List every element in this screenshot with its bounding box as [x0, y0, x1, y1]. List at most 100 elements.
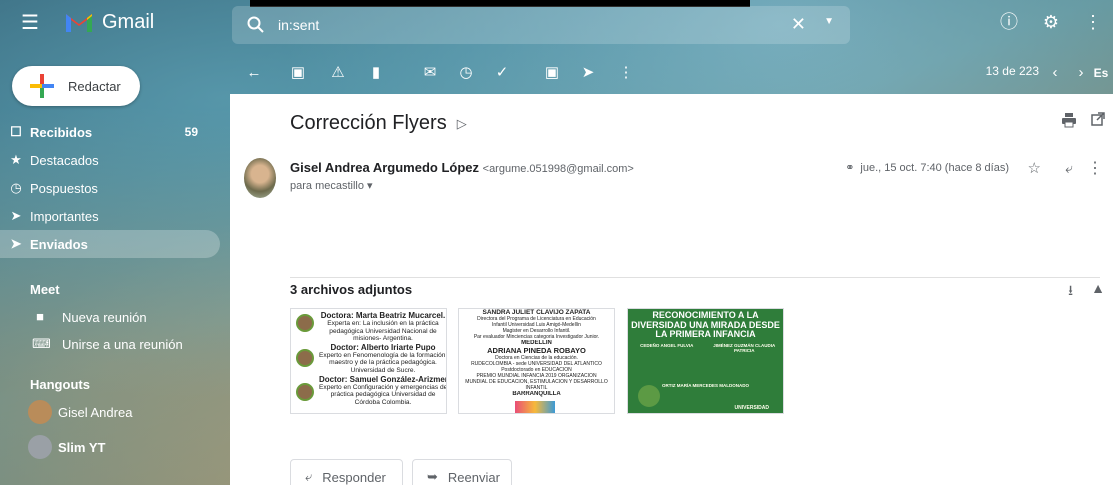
attachment-text: SANDRA JULIET CLAVIJO ZAPATA: [482, 309, 591, 316]
gmail-logo[interactable]: Gmail: [64, 10, 154, 34]
subject-text: Corrección Flyers: [290, 112, 447, 134]
top-bar: ☰ Gmail ✕ ▼ ⓘ ⚙ ⋮: [0, 0, 1113, 50]
decorative-graphic: [515, 401, 555, 413]
apps-icon[interactable]: ⋮: [1081, 10, 1105, 34]
recipient-line[interactable]: para mecastillo ▾: [290, 179, 373, 192]
search-bar[interactable]: ✕ ▼: [232, 6, 850, 44]
print-icon[interactable]: [1061, 112, 1077, 128]
search-icon[interactable]: [246, 15, 266, 35]
avatar: [28, 400, 52, 424]
reply-icon[interactable]: ⤶: [1065, 160, 1073, 177]
compose-label: Redactar: [68, 78, 121, 94]
previous-icon[interactable]: ‹: [1045, 63, 1065, 83]
star-icon: ★: [10, 152, 22, 167]
attachment-text: Córdoba Colombia.: [354, 398, 412, 406]
report-spam-icon[interactable]: ⚠: [328, 63, 348, 83]
delete-icon[interactable]: ▮: [366, 63, 386, 83]
inbox-icon: ☐: [10, 124, 22, 139]
email-date: ⚭ jue., 15 oct. 7:40 (hace 8 días): [845, 161, 1009, 175]
attachment-text: Doctor: Samuel González-Arizmendi: [319, 374, 447, 384]
send-icon: ➤: [10, 236, 22, 251]
gmail-m-icon: [64, 10, 94, 34]
star-icon[interactable]: ☆: [1028, 159, 1041, 177]
clock-icon: ◷: [10, 180, 22, 195]
sidebar-item-sent[interactable]: ➤ Enviados: [0, 230, 220, 258]
hangouts-title: Hangouts: [30, 377, 90, 392]
sidebar-item-inbox[interactable]: ☐ Recibidos 59: [0, 118, 228, 146]
download-all-icon[interactable]: ⭳: [1068, 280, 1073, 304]
meet-title: Meet: [30, 282, 60, 297]
compose-button[interactable]: Redactar: [12, 66, 140, 106]
input-language[interactable]: Es: [1091, 63, 1111, 83]
attachment-text: MEDELLÍN: [521, 340, 552, 346]
snooze-icon[interactable]: ◷: [456, 63, 476, 83]
keyboard-icon: ⌨: [32, 336, 51, 351]
drive-icon[interactable]: ▲: [1091, 280, 1105, 296]
decorative-graphic: [638, 385, 660, 407]
sidebar-item-label: Pospuestos: [30, 180, 98, 196]
menu-icon[interactable]: ☰: [18, 12, 42, 34]
close-icon[interactable]: ✕: [791, 14, 806, 35]
sidebar-item-label: Destacados: [30, 152, 99, 168]
sender-email: <argume.051998@gmail.com>: [482, 163, 634, 175]
move-to-icon[interactable]: ▣: [542, 63, 562, 83]
avatar: [296, 383, 314, 401]
label-tag-icon[interactable]: ▷: [457, 116, 467, 132]
recipient-text: para mecastillo: [290, 180, 364, 192]
reply-label: Responder: [322, 469, 386, 485]
add-task-icon[interactable]: ✓: [492, 63, 512, 83]
divider: [290, 277, 1100, 278]
sidebar-item-important[interactable]: ➤ Importantes: [0, 202, 228, 230]
attachment-thumbnail-2[interactable]: SANDRA JULIET CLAVIJO ZAPATA Directora d…: [458, 308, 615, 414]
chevron-down-icon[interactable]: ▾: [367, 180, 373, 192]
email-view: Corrección Flyers ▷ Gisel Andrea Argumed…: [230, 94, 1113, 485]
plus-icon: [26, 70, 58, 102]
sidebar-item-label: Recibidos: [30, 124, 93, 140]
help-icon[interactable]: ⓘ: [997, 10, 1021, 34]
pagination-count: 13 de 223: [985, 64, 1039, 78]
attachment-text: UNIVERSIDAD: [734, 405, 769, 411]
unread-count: 59: [184, 125, 198, 139]
main-panel: ← ▣ ⚠ ▮ ✉ ◷ ✓ ▣ ➤ ⋮ 13 de 223 ‹ › Es Cor…: [230, 52, 1113, 485]
attachment-text: Doctora: Marta Beatriz Mucarcel.: [320, 311, 446, 320]
more-options-icon[interactable]: ⋮: [1087, 158, 1103, 178]
attachment-thumbnail-1[interactable]: Doctora: Marta Beatriz Mucarcel. Experta…: [290, 308, 447, 414]
sender-avatar[interactable]: [244, 158, 276, 198]
search-input[interactable]: [278, 17, 778, 33]
attachment-thumbnail-3[interactable]: RECONOCIMIENTO A LA DIVERSIDAD UNA MIRAD…: [627, 308, 784, 414]
label-icon[interactable]: ➤: [578, 63, 598, 83]
attachment-text: Universidad de Sucre.: [350, 366, 416, 374]
attachment-text: práctica pedagógica Universidad de: [330, 391, 436, 399]
chevron-down-icon[interactable]: ▼: [824, 16, 834, 27]
more-options-icon[interactable]: ⋮: [616, 63, 636, 83]
attachment-text: CEDEÑO ANGEL FULVIA: [640, 342, 694, 348]
attachment-text: misiones- Argentina.: [353, 335, 413, 343]
sidebar-item-starred[interactable]: ★ Destacados: [0, 146, 228, 174]
hangout-user[interactable]: Slim YT: [28, 435, 105, 459]
meet-item-label: Unirse a una reunión: [62, 336, 183, 352]
hangout-user-name: Slim YT: [58, 439, 106, 455]
join-meeting-button[interactable]: ⌨ Unirse a una reunión: [0, 330, 183, 358]
attachment-text: maestro y de la práctica pedagógica.: [329, 359, 437, 367]
attachment-text: Experto en Fenomenología de la formación…: [319, 351, 447, 359]
reply-button[interactable]: ⤶ Responder: [290, 459, 403, 485]
attachment-text: RECONOCIMIENTO A LA DIVERSIDAD UNA MIRAD…: [631, 310, 780, 339]
new-meeting-button[interactable]: ■ Nueva reunión: [0, 303, 147, 331]
forward-button[interactable]: ➥ Reenviar: [412, 459, 512, 485]
message-toolbar: ← ▣ ⚠ ▮ ✉ ◷ ✓ ▣ ➤ ⋮ 13 de 223 ‹ › Es: [230, 52, 1113, 94]
attachment-text: BARRANQUILLA: [512, 391, 561, 397]
hangout-user[interactable]: Gisel Andrea: [28, 400, 132, 424]
back-arrow-icon[interactable]: ←: [244, 63, 264, 83]
attachment-text: JIMÉNEZ GUZMÁN CLAUDIA PATRICIA: [713, 342, 776, 353]
archive-icon[interactable]: ▣: [288, 63, 308, 83]
next-icon[interactable]: ›: [1071, 63, 1091, 83]
avatar: [296, 314, 314, 332]
sidebar-item-snoozed[interactable]: ◷ Pospuestos: [0, 174, 228, 202]
attachment-text: Experto en Configuración y emergencias d…: [319, 383, 447, 391]
mark-unread-icon[interactable]: ✉: [420, 63, 440, 83]
sender-info: Gisel Andrea Argumedo López <argume.0519…: [290, 160, 634, 175]
attachment-icon: ⚭: [845, 162, 855, 174]
new-window-icon[interactable]: [1091, 112, 1105, 126]
settings-icon[interactable]: ⚙: [1039, 10, 1063, 34]
email-subject: Corrección Flyers ▷: [290, 112, 467, 135]
